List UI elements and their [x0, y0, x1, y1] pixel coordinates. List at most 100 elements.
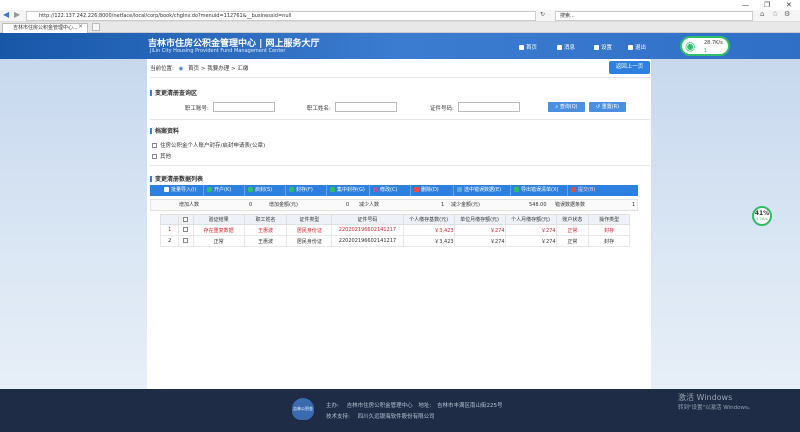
- nav-settings-label: 设置: [601, 45, 613, 51]
- toolbar-batch-seal-button[interactable]: 集中封存(G): [328, 185, 370, 196]
- screen: — ❐ ✕ ◀ ▶ http://122.137.242.226:8000/ne…: [0, 0, 800, 432]
- reduce-amount-value: 548.00: [529, 202, 547, 208]
- toolbar-label: 删除(D): [421, 187, 439, 193]
- refresh-icon[interactable]: ↻: [540, 11, 545, 18]
- column-header: 证件号码: [331, 214, 404, 225]
- row-checkbox[interactable]: [183, 227, 189, 232]
- reset-button[interactable]: ↺ 重置(R): [589, 102, 626, 112]
- edit-icon: [373, 187, 378, 192]
- plus-icon: [207, 187, 212, 192]
- delete-icon: [414, 187, 419, 192]
- validation-result: 正常: [192, 235, 245, 247]
- import-icon: [164, 187, 169, 192]
- deposit-base: ￥3,423: [402, 235, 455, 247]
- id-number: 220202196602141217: [331, 224, 404, 236]
- breadcrumb-label: 当前位置:: [150, 66, 174, 72]
- id-type: 居民身份证: [286, 224, 333, 236]
- nav-messages-label: 消息: [564, 45, 576, 51]
- new-tab-icon[interactable]: [92, 23, 100, 31]
- toolbar-unseal-button[interactable]: 启封(S): [246, 185, 286, 196]
- toolbar-submit-button[interactable]: 提交(B): [569, 185, 609, 196]
- toolbar-import-button[interactable]: 批量导入(I): [162, 185, 204, 196]
- activation-watermark-title: 激活 Windows: [678, 393, 733, 402]
- divider: [150, 165, 650, 166]
- toolbar-open-account-button[interactable]: 开户(K): [205, 185, 245, 196]
- breadcrumb: 当前位置: ◉ 首页 > 我要办理 > 汇缴: [150, 64, 248, 72]
- nav-settings[interactable]: 设置: [594, 43, 612, 51]
- nav-messages[interactable]: 消息: [557, 43, 575, 51]
- row-checkbox[interactable]: [183, 238, 189, 243]
- network-widget: ◉ 28.7K/s 1: [680, 36, 730, 56]
- logout-icon: [628, 45, 633, 50]
- personal-deposit: ￥274: [504, 224, 557, 236]
- gear-icon[interactable]: ⚙: [784, 10, 790, 18]
- message-icon: [557, 45, 562, 50]
- browser-search-input[interactable]: 搜索...: [555, 11, 753, 21]
- toolbar-export-errors-button[interactable]: 导出错误清单(X): [512, 185, 568, 196]
- column-header: 操作类型: [588, 214, 630, 225]
- add-count-label: 增加人数: [179, 202, 200, 208]
- tab-close-icon[interactable]: ×: [78, 23, 83, 30]
- reduce-count-label: 减少人数: [359, 202, 380, 208]
- column-header: 个人月缴存额(元): [504, 214, 557, 225]
- toolbar-select-errors-button[interactable]: 选中错误数据(E): [455, 185, 511, 196]
- address-bar: ◀ ▶ http://122.137.242.226:8000/netface/…: [0, 10, 800, 22]
- query-button[interactable]: ⌕ 查询(Q): [548, 102, 585, 112]
- toolbar-label: 开户(K): [214, 187, 232, 193]
- query-button-label: 查询(Q): [559, 104, 578, 110]
- minimize-icon[interactable]: —: [742, 1, 749, 9]
- id-no-input[interactable]: [458, 102, 520, 112]
- maximize-icon[interactable]: ❐: [764, 1, 770, 9]
- column-header: 职工姓名: [243, 214, 288, 225]
- url-input[interactable]: http://122.137.242.226:8000/netface/loca…: [26, 11, 536, 21]
- nav-logout[interactable]: 退出: [628, 43, 646, 51]
- browser-tab[interactable]: 吉林市住房公积金管理中心...: [2, 23, 88, 33]
- select-all-checkbox[interactable]: [183, 216, 189, 222]
- emp-name-input[interactable]: [335, 102, 397, 112]
- window-titlebar: — ❐ ✕: [0, 0, 800, 10]
- add-amount-label: 增加金额(元): [269, 202, 298, 208]
- checkbox[interactable]: [152, 154, 157, 159]
- footer-tech: 技术支持: 四川久远银海软件股份有限公司: [326, 412, 435, 420]
- row-number: 2: [159, 235, 180, 247]
- gauge-percent: 41%: [754, 210, 770, 217]
- table-row[interactable]: 1 存在重复数据 王惠波 居民身份证 220202196602141217 ￥3…: [159, 224, 630, 236]
- footer-host-value: 吉林市住房公积金管理中心: [346, 403, 413, 409]
- emp-no-input[interactable]: [213, 102, 275, 112]
- material-item[interactable]: 住房公积金个人账户封存/启封申请表(公章): [152, 141, 265, 149]
- toolbar-label: 修改(C): [380, 187, 398, 193]
- checkbox[interactable]: [152, 143, 157, 148]
- divider: [150, 119, 650, 120]
- speed-gauge: 41% 1.2K/s: [752, 206, 772, 226]
- star-icon[interactable]: ☆: [772, 10, 778, 18]
- table-row[interactable]: 2 正常 王惠波 居民身份证 220202196602141217 ￥3,423…: [159, 235, 630, 247]
- deposit-base: ￥3,423: [402, 224, 455, 236]
- add-amount-value: 0: [346, 202, 350, 208]
- column-header: 证件类型: [286, 214, 333, 225]
- toolbar-label: 导出错误清单(X): [521, 187, 559, 193]
- plus-icon: [289, 187, 294, 192]
- back-button[interactable]: 返回上一页: [609, 61, 650, 74]
- table-header-row: 验证结果 职工姓名 证件类型 证件号码 个人缴存基数(元) 单位月缴存额(元) …: [159, 214, 630, 225]
- data-table: 验证结果 职工姓名 证件类型 证件号码 个人缴存基数(元) 单位月缴存额(元) …: [159, 214, 630, 247]
- toolbar-label: 批量导入(I): [171, 187, 197, 193]
- back-arrow-icon[interactable]: ◀: [3, 10, 9, 19]
- column-header: 账户状态: [555, 214, 590, 225]
- breadcrumb-path[interactable]: 首页 > 我要办理 > 汇缴: [188, 66, 248, 72]
- toolbar-edit-button[interactable]: 修改(C): [371, 185, 411, 196]
- list-section-title: 变更清册数据列表: [150, 174, 203, 183]
- forward-arrow-icon[interactable]: ▶: [14, 10, 20, 19]
- id-type: 居民身份证: [286, 235, 333, 247]
- material-item[interactable]: 其他: [152, 152, 171, 160]
- toolbar-delete-button[interactable]: 删除(D): [412, 185, 454, 196]
- toolbar-seal-button[interactable]: 封存(F): [287, 185, 327, 196]
- home-icon[interactable]: ⌂: [760, 10, 764, 18]
- reduce-count-value: 1: [441, 202, 445, 208]
- materials-section-title: 档案资料: [150, 126, 179, 135]
- error-count-value: 1: [632, 202, 636, 208]
- toolbar-label: 选中错误数据(E): [464, 187, 502, 193]
- home-icon: [519, 45, 524, 50]
- add-count-value: 0: [249, 202, 253, 208]
- close-icon[interactable]: ✕: [786, 1, 792, 9]
- nav-home[interactable]: 首页: [519, 43, 537, 51]
